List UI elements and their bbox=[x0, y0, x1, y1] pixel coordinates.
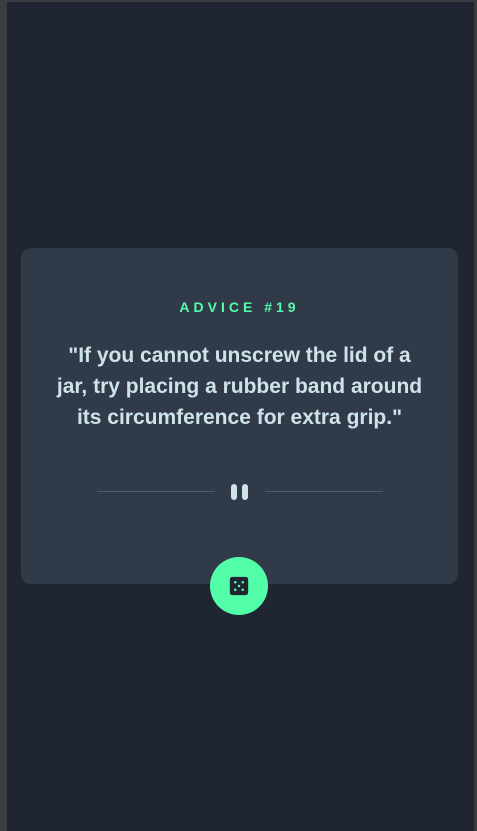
advice-quote: "If you cannot unscrew the lid of a jar,… bbox=[56, 344, 423, 429]
app-viewport: ADVICE #19 "If you cannot unscrew the li… bbox=[7, 2, 474, 831]
card-divider bbox=[97, 484, 383, 500]
advice-number-label: ADVICE #19 bbox=[179, 299, 300, 315]
divider-line-right bbox=[265, 491, 383, 492]
divider-line-left bbox=[97, 491, 215, 492]
pause-icon bbox=[230, 484, 250, 500]
advice-card: ADVICE #19 "If you cannot unscrew the li… bbox=[21, 248, 458, 584]
dice-icon bbox=[229, 576, 249, 596]
new-advice-button[interactable] bbox=[210, 557, 268, 615]
